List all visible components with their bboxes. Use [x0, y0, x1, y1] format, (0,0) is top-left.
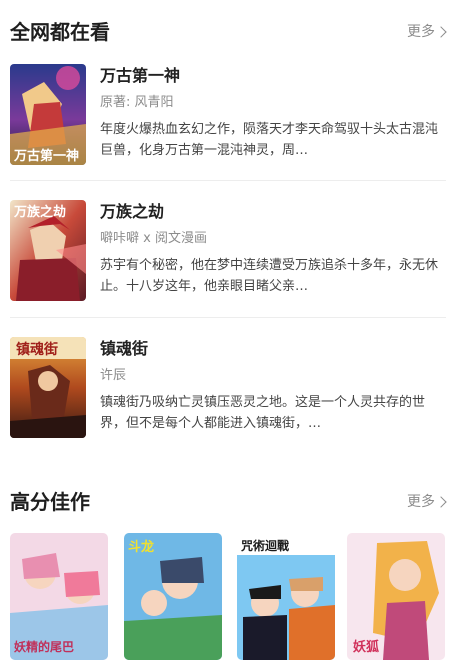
cover-image[interactable]: 万古第一神 [10, 64, 86, 165]
divider [10, 180, 446, 181]
cover-image[interactable]: 万族之劫 [10, 200, 86, 301]
item-author: 原著: 风青阳 [100, 95, 174, 110]
item-description: 年度火爆热血玄幻之作，陨落天才李天命驾驭十头太古混沌巨兽，化身万古第一混沌神灵，… [100, 122, 439, 158]
item-title[interactable]: 万古第一神 [100, 64, 180, 88]
item-description: 镇魂街乃吸纳亡灵镇压恶灵之地。这是一个人灵共存的世界，但不是每个人都能进入镇魂街… [100, 395, 426, 431]
cover-title-text: 镇魂街 [16, 341, 58, 358]
item-author: 许辰 [100, 368, 127, 383]
item-title[interactable]: 万族之劫 [100, 200, 164, 224]
chevron-right-icon [435, 26, 447, 38]
item-description: 苏宇有个秘密，他在梦中连续遭受万族追杀十多年，永无休止。十八岁这年，他亲眼目睹父… [100, 258, 439, 294]
divider [10, 317, 446, 318]
more-link[interactable]: 更多 [407, 17, 447, 47]
more-label: 更多 [407, 494, 435, 510]
comic-thumbnail[interactable]: 咒術迴戰 [237, 533, 335, 660]
comic-thumbnail[interactable]: 妖精的尾巴 [10, 533, 108, 660]
more-link[interactable]: 更多 [407, 487, 447, 517]
thumbnail-title-text: 咒術迴戰 [241, 538, 289, 553]
cover-image[interactable]: 镇魂街 [10, 337, 86, 438]
chevron-right-icon [435, 496, 447, 508]
thumbnail-title-text: 斗龙 [128, 539, 154, 555]
cover-title-text: 万古第一神 [13, 148, 79, 164]
section-title: 全网都在看 [10, 20, 110, 44]
cover-title-text: 万族之劫 [13, 204, 66, 220]
item-author: 噼咔噼 x 阅文漫画 [100, 231, 207, 246]
more-label: 更多 [407, 24, 435, 40]
section-title: 高分佳作 [10, 490, 90, 514]
section-header-top-rated: 高分佳作 更多 [0, 487, 459, 517]
section-header-trending: 全网都在看 更多 [0, 17, 459, 47]
comic-thumbnail[interactable]: 斗龙 [124, 533, 222, 660]
list-item[interactable]: 万族之劫 万族之劫 噼咔噼 x 阅文漫画 苏宇有个秘密，他在梦中连续遭受万族追杀… [10, 200, 446, 304]
list-item[interactable]: 万古第一神 万古第一神 原著: 风青阳 年度火爆热血玄幻之作，陨落天才李天命驾驭… [10, 64, 446, 168]
list-item[interactable]: 镇魂街 镇魂街 许辰 镇魂街乃吸纳亡灵镇压恶灵之地。这是一个人灵共存的世界，但不… [10, 337, 446, 441]
thumbnail-title-text: 妖狐 [353, 639, 379, 655]
comic-thumbnail[interactable]: 妖狐 [347, 533, 445, 660]
item-title[interactable]: 镇魂街 [100, 337, 148, 361]
thumbnail-title-text: 妖精的尾巴 [14, 639, 74, 654]
